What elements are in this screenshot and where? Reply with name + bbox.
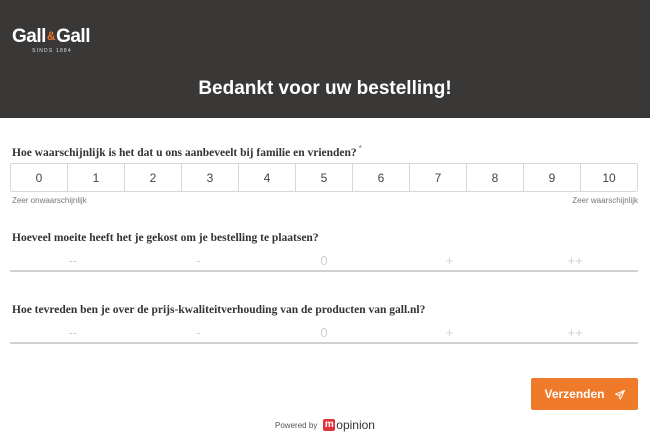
nps-option-7[interactable]: 7 bbox=[410, 164, 467, 191]
effort-option-very-negative[interactable]: -- bbox=[10, 252, 136, 270]
effort-option-negative[interactable]: - bbox=[136, 252, 262, 270]
logo-wordmark: Gall&Gall bbox=[12, 26, 90, 47]
value-option-positive[interactable]: + bbox=[387, 324, 513, 342]
nps-option-8[interactable]: 8 bbox=[467, 164, 524, 191]
value-question-label: Hoe tevreden ben je over de prijs-kwalit… bbox=[12, 304, 426, 316]
value-option-very-positive[interactable]: ++ bbox=[512, 324, 638, 342]
value-option-very-negative[interactable]: -- bbox=[10, 324, 136, 342]
effort-option-very-positive[interactable]: ++ bbox=[512, 252, 638, 270]
value-scale: -- - 0 + ++ bbox=[10, 324, 638, 344]
nps-option-10[interactable]: 10 bbox=[581, 164, 637, 191]
submit-label: Verzenden bbox=[544, 387, 605, 401]
header-banner: Gall&Gall SINDS 1884 Bedankt voor uw bes… bbox=[0, 0, 650, 118]
effort-question-label: Hoeveel moeite heeft het je gekost om je… bbox=[12, 232, 319, 244]
gall-gall-logo: Gall&Gall SINDS 1884 bbox=[12, 26, 90, 55]
send-icon bbox=[614, 389, 625, 400]
mopinion-m-icon: m bbox=[323, 419, 336, 431]
nps-question-text: Hoe waarschijnlijk is het dat u ons aanb… bbox=[12, 147, 357, 159]
effort-option-neutral[interactable]: 0 bbox=[261, 252, 387, 270]
mopinion-logo[interactable]: m opinion bbox=[323, 418, 375, 432]
nps-option-6[interactable]: 6 bbox=[353, 164, 410, 191]
logo-ampersand: & bbox=[46, 29, 56, 43]
logo-subtext: SINDS 1884 bbox=[32, 48, 72, 54]
nps-option-2[interactable]: 2 bbox=[125, 164, 182, 191]
nps-option-4[interactable]: 4 bbox=[239, 164, 296, 191]
nps-high-label: Zeer waarschijnlijk bbox=[572, 196, 638, 205]
nps-option-3[interactable]: 3 bbox=[182, 164, 239, 191]
submit-button[interactable]: Verzenden bbox=[531, 378, 638, 410]
nps-low-label: Zeer onwaarschijnlijk bbox=[12, 196, 87, 205]
nps-question-label: Hoe waarschijnlijk is het dat u ons aanb… bbox=[12, 144, 362, 159]
powered-by-footer: Powered by m opinion bbox=[0, 418, 650, 432]
required-mark: * bbox=[358, 144, 362, 153]
powered-by-text: Powered by bbox=[275, 420, 318, 430]
mopinion-wordmark: opinion bbox=[336, 418, 375, 432]
effort-option-positive[interactable]: + bbox=[387, 252, 513, 270]
logo-text-left: Gall bbox=[12, 26, 46, 47]
page-title: Bedankt voor uw bestelling! bbox=[198, 78, 452, 99]
nps-scale: 0 1 2 3 4 5 6 7 8 9 10 bbox=[10, 163, 638, 192]
nps-option-1[interactable]: 1 bbox=[68, 164, 125, 191]
nps-option-0[interactable]: 0 bbox=[11, 164, 68, 191]
effort-scale: -- - 0 + ++ bbox=[10, 252, 638, 272]
value-option-negative[interactable]: - bbox=[136, 324, 262, 342]
logo-text-right: Gall bbox=[56, 26, 90, 47]
nps-option-9[interactable]: 9 bbox=[524, 164, 581, 191]
nps-option-5[interactable]: 5 bbox=[296, 164, 353, 191]
value-option-neutral[interactable]: 0 bbox=[261, 324, 387, 342]
